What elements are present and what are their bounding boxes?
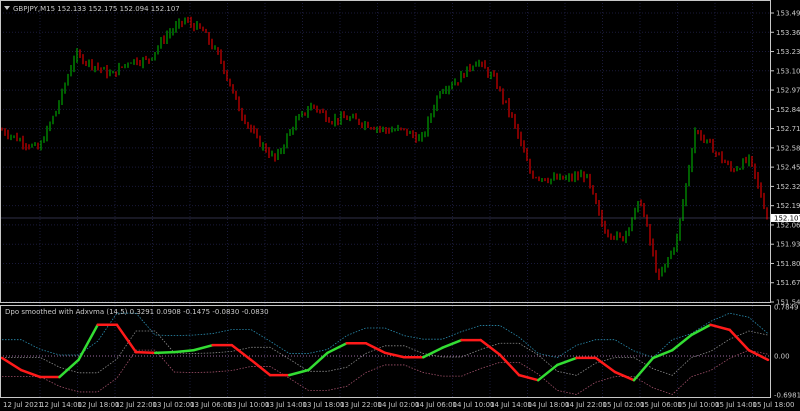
indicator-down-segment (134, 350, 157, 355)
current-price-label: 152.107 (774, 214, 800, 222)
time-label: 14 Jul 10:00 (453, 401, 495, 409)
indicator-up-segment (326, 342, 348, 355)
time-label: 14 Jul 18:00 (528, 401, 570, 409)
indicator-up-segment (58, 358, 80, 379)
indicator-down-segment (230, 343, 253, 362)
indicator-level-label: 0.00 (774, 353, 790, 361)
time-label: 13 Jul 06:00 (190, 401, 232, 409)
time-label: 15 Jul 18:00 (753, 401, 795, 409)
time-label: 12 Jul 22:00 (115, 401, 157, 409)
indicator-up-segment (556, 356, 578, 367)
indicator-up-segment (536, 363, 559, 382)
time-label: 12 Jul 2021 (3, 401, 43, 409)
indicator-down-segment (19, 368, 42, 379)
indicator-up-segment (690, 323, 712, 337)
indicator-up-segment (192, 343, 214, 352)
time-label: 12 Jul 18:00 (78, 401, 120, 409)
indicator-down-segment (709, 323, 731, 332)
indicator-axis: 0.7849 0.00 -0.6981 (774, 304, 800, 400)
price-label: 153.490 (776, 10, 800, 18)
indicator-up-segment (671, 333, 693, 352)
price-label: 152.970 (776, 87, 800, 95)
indicator-up-segment (288, 368, 310, 377)
indicator-up-segment (307, 351, 329, 372)
time-label: 15 Jul 06:00 (640, 401, 682, 409)
time-label: 15 Jul 10:00 (678, 401, 720, 409)
indicator-up-segment (632, 356, 655, 382)
price-label: 151.670 (776, 279, 800, 287)
indicator-up-segment (651, 349, 674, 360)
indicator-down-segment (613, 370, 636, 382)
price-label: 152.710 (776, 125, 800, 133)
price-axis[interactable]: 153.490 153.360 153.230 153.100 152.970 152.8… (770, 10, 800, 307)
price-label: 152.320 (776, 183, 800, 191)
price-label: 152.450 (776, 164, 800, 172)
time-label: 13 Jul 02:00 (153, 401, 195, 409)
collapse-triangle-icon[interactable] (4, 6, 10, 10)
time-label: 14 Jul 02:00 (378, 401, 420, 409)
time-label: 15 Jul 02:00 (603, 401, 645, 409)
time-label: 15 Jul 14:00 (715, 401, 757, 409)
price-label: 152.580 (776, 144, 800, 152)
indicator-pane-border (0, 305, 771, 398)
price-label: 151.800 (776, 260, 800, 268)
indicator-level-label: 0.7849 (774, 304, 799, 312)
price-label: 153.360 (776, 29, 800, 37)
time-label: 13 Jul 22:00 (340, 401, 382, 409)
main-pane-border (0, 0, 771, 303)
indicator-up-segment (173, 349, 195, 354)
indicator-down-segment (115, 323, 138, 354)
indicator-down-segment (249, 358, 272, 377)
indicator-down-segment (383, 351, 406, 359)
indicator-down-segment (728, 328, 751, 352)
indicator-down-segment (498, 353, 521, 377)
time-label: 13 Jul 10:00 (228, 401, 270, 409)
indicator-down-segment (517, 373, 540, 382)
trading-chart[interactable]: 153.490 153.360 153.230 153.100 152.970 152.8… (0, 0, 800, 411)
upper-band-line (2, 312, 769, 358)
time-label: 14 Jul 14:00 (490, 401, 532, 409)
indicator-down-segment (364, 342, 387, 355)
chart-title: GBPJPY,M15 152.133 152.175 152.094 152.1… (13, 5, 180, 13)
grid (0, 0, 770, 398)
price-label: 153.100 (776, 67, 800, 75)
indicator-title: Dpo smoothed with Adxvma (14,5) 0.3291 0… (5, 308, 269, 316)
time-label: 14 Jul 06:00 (415, 401, 457, 409)
price-label: 152.190 (776, 202, 800, 210)
price-label: 152.840 (776, 106, 800, 114)
indicator-down-segment (747, 349, 770, 362)
indicator-level-label: -0.6981 (774, 392, 800, 400)
time-label: 12 Jul 14:00 (40, 401, 82, 409)
time-axis[interactable]: 12 Jul 202112 Jul 14:0012 Jul 18:0012 Ju… (3, 401, 794, 409)
indicator-up-segment (441, 338, 463, 349)
price-label: 153.230 (776, 48, 800, 56)
time-label: 14 Jul 22:00 (565, 401, 607, 409)
price-label: 152.060 (776, 221, 800, 229)
indicator-up-segment (77, 323, 99, 362)
time-label: 13 Jul 14:00 (265, 401, 307, 409)
indicator-down-segment (0, 356, 23, 372)
indicator-lines (0, 312, 770, 395)
indicator-up-segment (153, 350, 176, 355)
time-label: 13 Jul 18:00 (303, 401, 345, 409)
price-label: 151.930 (776, 241, 800, 249)
